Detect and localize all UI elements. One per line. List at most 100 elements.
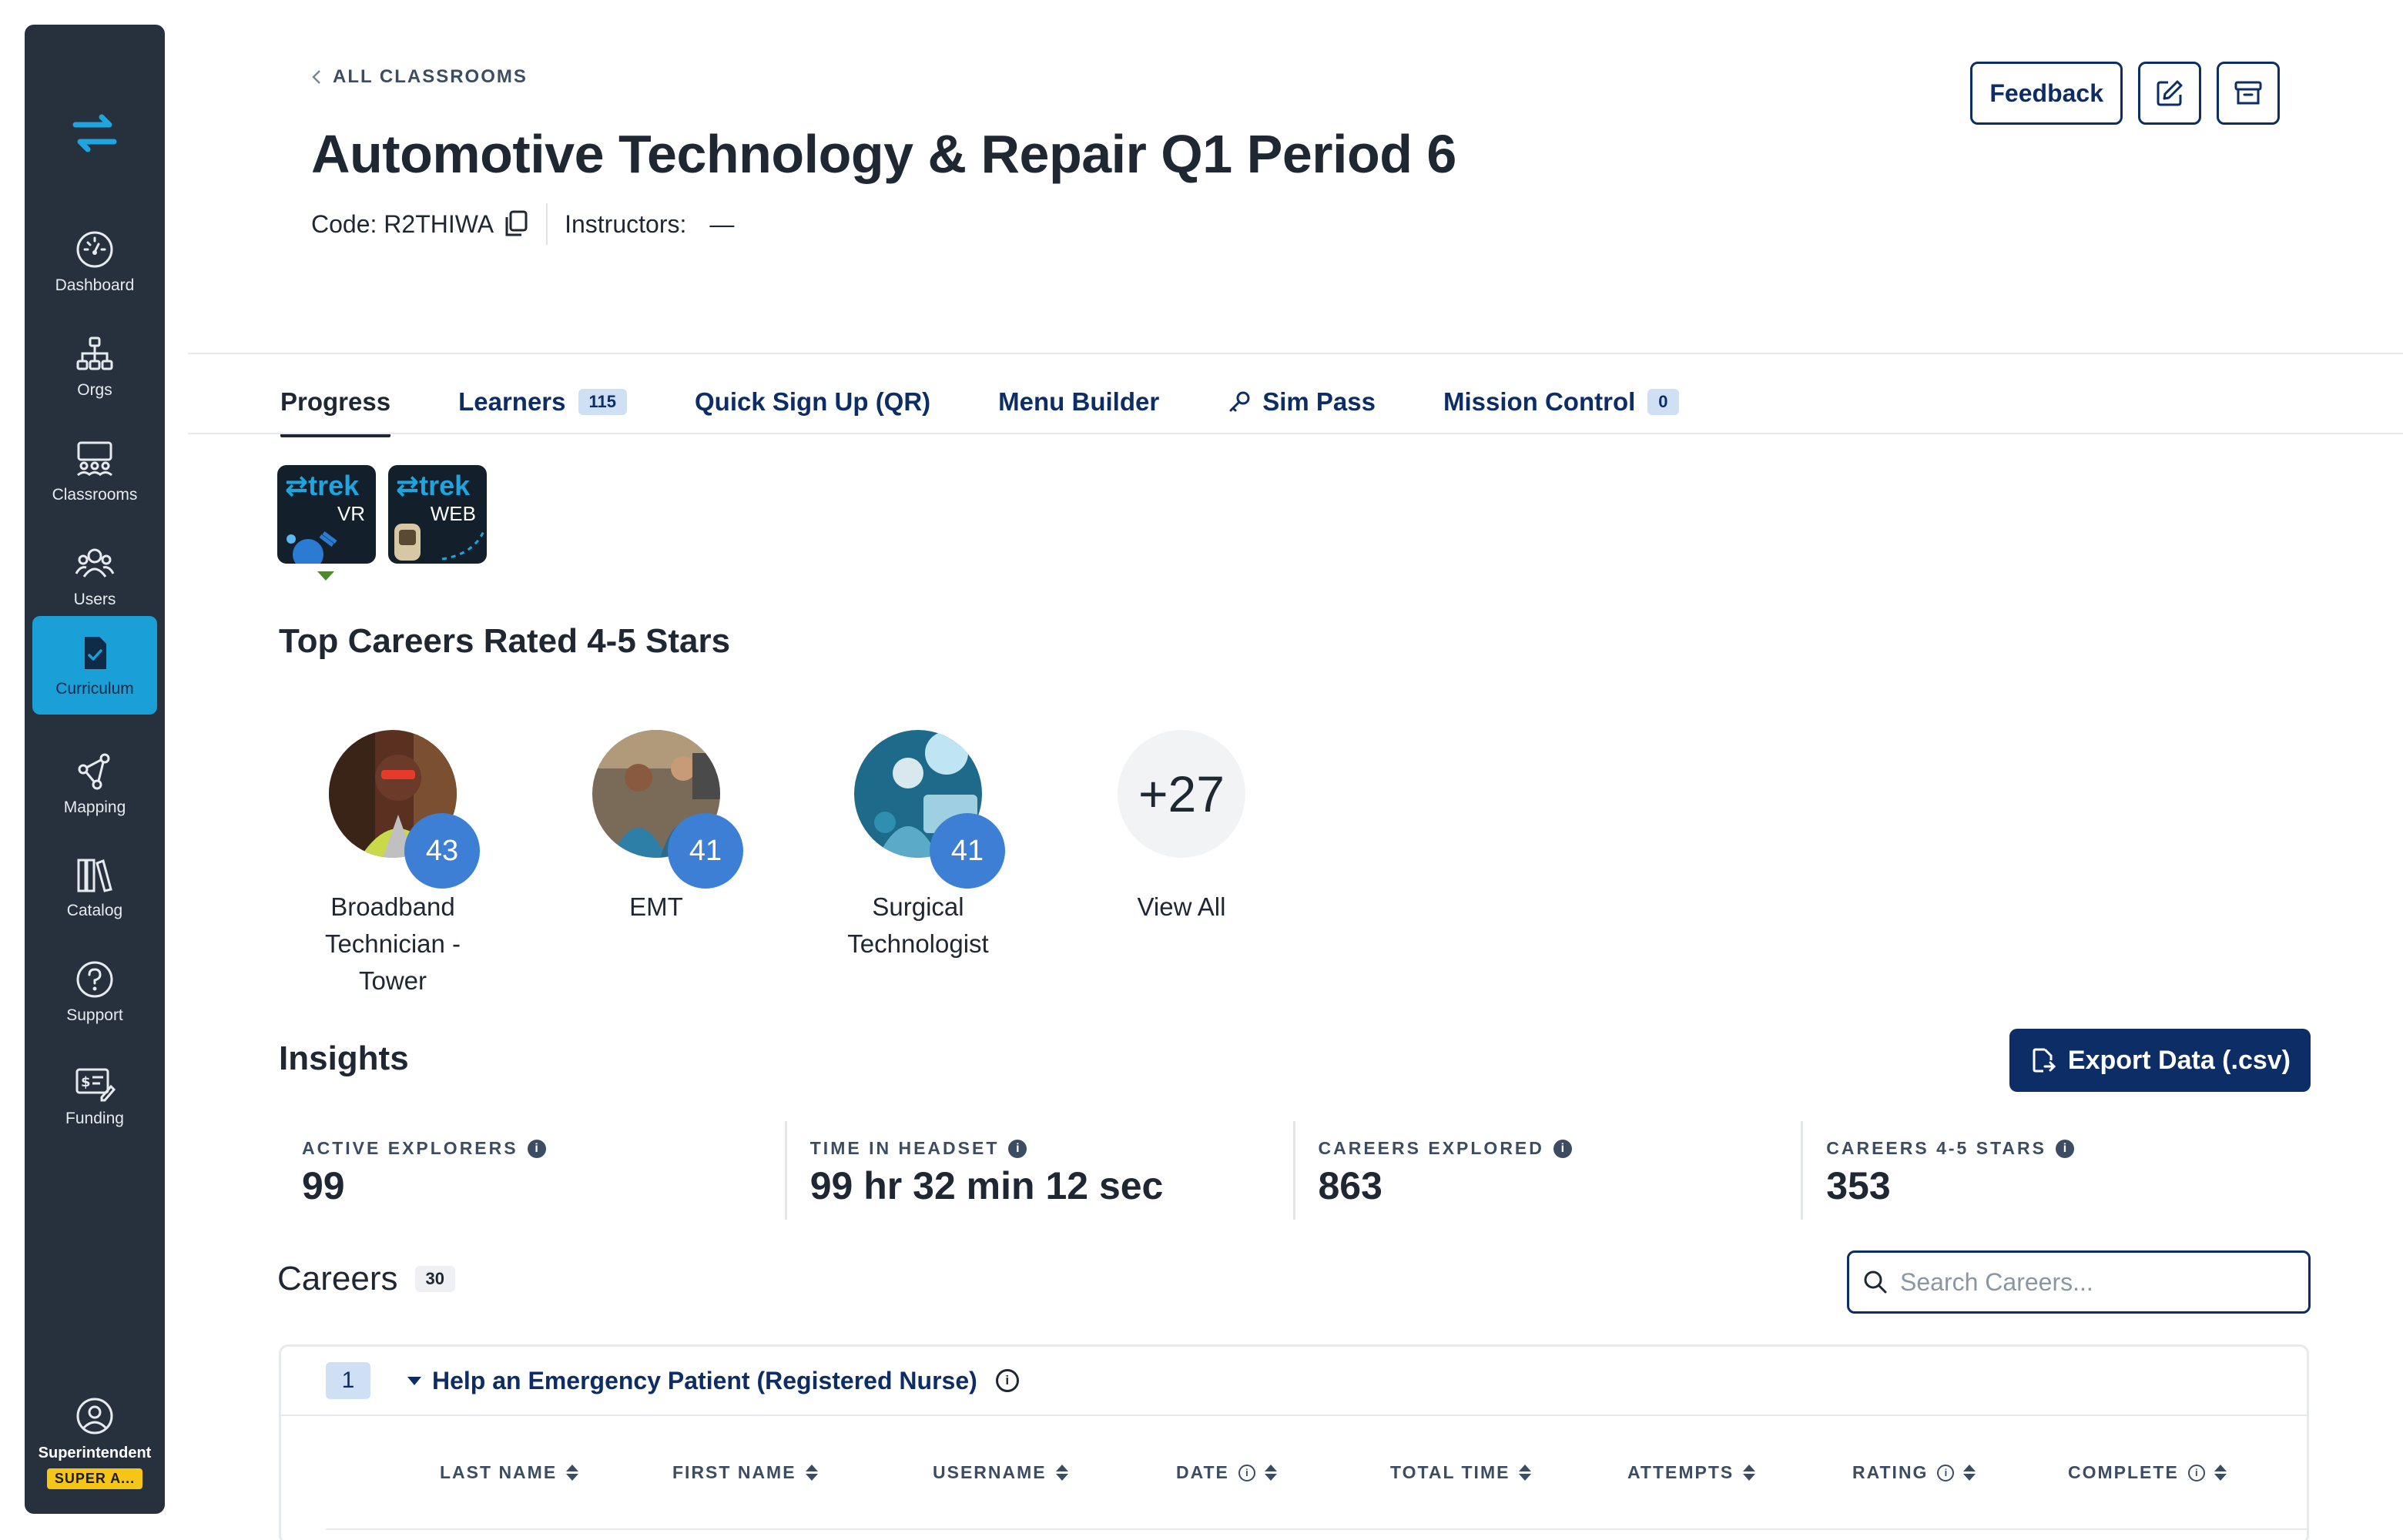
curriculum-document-icon — [85, 637, 106, 669]
column-first-name[interactable]: FIRST NAME — [672, 1462, 818, 1483]
funding-icon: $ — [75, 1068, 116, 1102]
copy-code-button[interactable] — [503, 209, 529, 239]
feedback-button[interactable]: Feedback — [1970, 62, 2123, 125]
platform-brand: ⇄trek — [396, 470, 471, 501]
tab-sim-pass[interactable]: Sim Pass — [1227, 370, 1376, 434]
sort-icon — [566, 1465, 579, 1481]
sort-icon — [1519, 1465, 1532, 1481]
column-total-time[interactable]: TOTAL TIME — [1390, 1462, 1532, 1483]
sidebar: Dashboard Orgs Classrooms Users Curricul… — [25, 25, 165, 1514]
sidebar-item-classrooms[interactable]: Classrooms — [32, 422, 157, 521]
header-actions: Feedback — [1970, 62, 2280, 125]
stat-value: 99 hr 32 min 12 sec — [809, 1164, 1164, 1207]
app-logo[interactable] — [25, 99, 165, 168]
info-icon[interactable]: i — [1238, 1464, 1255, 1481]
stat-careers-explored: CAREERS EXPLORED i 863 — [1292, 1121, 1801, 1220]
sidebar-item-curriculum[interactable]: Curriculum — [32, 616, 157, 715]
sidebar-item-orgs[interactable]: Orgs — [32, 317, 157, 416]
column-date[interactable]: DATE i — [1176, 1462, 1277, 1483]
search-careers-field[interactable] — [1847, 1250, 2311, 1314]
column-attempts[interactable]: ATTEMPTS — [1627, 1462, 1756, 1483]
role-badge: SUPER A... — [46, 1468, 143, 1489]
column-label: USERNAME — [933, 1462, 1047, 1482]
header-divider — [188, 353, 2403, 354]
sidebar-item-support[interactable]: Support — [32, 942, 157, 1041]
meta-divider — [546, 203, 548, 245]
career-accordion-header[interactable]: 1 Help an Emergency Patient (Registered … — [281, 1347, 2307, 1416]
tab-label: Progress — [280, 387, 391, 416]
tab-quick-sign-up[interactable]: Quick Sign Up (QR) — [695, 370, 930, 434]
back-link-label: ALL CLASSROOMS — [333, 66, 528, 87]
sidebar-item-dashboard[interactable]: Dashboard — [32, 213, 157, 311]
stat-time-in-headset: TIME IN HEADSET i 99 hr 32 min 12 sec — [784, 1121, 1293, 1220]
tab-label: Menu Builder — [998, 387, 1160, 416]
careers-count-badge: 30 — [414, 1266, 455, 1292]
stat-label: TIME IN HEADSET — [809, 1138, 1000, 1158]
platform-selector: ⇄trek VR ⇄trek WEB — [277, 465, 487, 564]
top-career-item[interactable]: 43 Broadband Technician - Tower — [293, 730, 493, 999]
sort-icon — [805, 1465, 818, 1481]
info-icon[interactable]: i — [2187, 1464, 2205, 1481]
table-header: LAST NAME FIRST NAME USERNAME DATE i TOTA… — [281, 1462, 2307, 1493]
info-icon[interactable]: i — [1008, 1139, 1027, 1158]
info-icon[interactable]: i — [1937, 1464, 1955, 1481]
column-label: COMPLETE — [2068, 1462, 2179, 1482]
profile-menu[interactable]: Superintendent SUPER A... — [25, 1395, 165, 1489]
tab-learners[interactable]: Learners 115 — [458, 370, 627, 434]
top-career-item[interactable]: 41 Surgical Technologist — [818, 730, 1018, 962]
tab-progress[interactable]: Progress — [280, 370, 391, 437]
info-icon[interactable]: i — [527, 1139, 546, 1158]
column-rating[interactable]: RATING i — [1852, 1462, 1976, 1483]
back-to-classrooms-link[interactable]: ALL CLASSROOMS — [311, 66, 528, 88]
stat-value: 863 — [1318, 1164, 1382, 1207]
stat-careers-4-5-stars: CAREERS 4-5 STARS i 353 — [1801, 1121, 2309, 1220]
career-row-title: Help an Emergency Patient (Registered Nu… — [432, 1366, 977, 1394]
mapping-nodes-icon — [78, 753, 110, 790]
sidebar-item-mapping[interactable]: Mapping — [32, 735, 157, 833]
mission-control-count-badge: 0 — [1647, 389, 1679, 415]
archive-classroom-button[interactable] — [2217, 62, 2280, 125]
caret-down-icon — [407, 1376, 421, 1385]
column-label: ATTEMPTS — [1627, 1462, 1734, 1482]
sidebar-item-label: Dashboard — [55, 276, 135, 294]
info-icon[interactable]: i — [995, 1369, 1019, 1392]
sort-icon — [1055, 1465, 1068, 1481]
career-name: Broadband Technician - Tower — [324, 892, 461, 995]
career-name: EMT — [629, 892, 683, 921]
top-career-item[interactable]: 41 EMT — [556, 730, 756, 926]
tab-label: Sim Pass — [1262, 387, 1376, 416]
chevron-left-icon — [312, 70, 320, 84]
column-complete[interactable]: COMPLETE i — [2068, 1462, 2227, 1483]
edit-classroom-button[interactable] — [2138, 62, 2201, 125]
sidebar-item-label: Support — [66, 1006, 123, 1024]
table-header-divider — [326, 1528, 2307, 1530]
stat-active-explorers: ACTIVE EXPLORERS i 99 — [279, 1121, 785, 1220]
careers-title: Careers — [277, 1260, 398, 1297]
career-name: Surgical Technologist — [847, 892, 989, 958]
export-data-button[interactable]: Export Data (.csv) — [2009, 1029, 2311, 1092]
search-careers-input[interactable] — [1900, 1267, 2285, 1297]
sidebar-item-users[interactable]: Users — [32, 527, 157, 625]
sidebar-item-funding[interactable]: $ Funding — [32, 1046, 157, 1144]
sidebar-item-catalog[interactable]: Catalog — [32, 838, 157, 936]
page-title: Automotive Technology & Repair Q1 Period… — [311, 124, 1456, 184]
platform-vr-chip[interactable]: ⇄trek VR — [277, 465, 376, 564]
profile-role-label: Superintendent — [38, 1445, 152, 1461]
view-all-careers-button[interactable]: +27 View All — [1081, 730, 1282, 926]
column-last-name[interactable]: LAST NAME — [440, 1462, 579, 1483]
tab-mission-control[interactable]: Mission Control 0 — [1443, 370, 1679, 434]
column-label: RATING — [1852, 1462, 1929, 1482]
platform-web-chip[interactable]: ⇄trek WEB — [388, 465, 487, 564]
sidebar-item-label: Users — [73, 591, 116, 608]
column-username[interactable]: USERNAME — [933, 1462, 1068, 1483]
instructors-value: — — [709, 209, 735, 238]
tab-menu-builder[interactable]: Menu Builder — [998, 370, 1159, 434]
more-careers-count: +27 — [1118, 730, 1245, 858]
swap-arrows-logo-icon — [72, 114, 117, 152]
info-icon[interactable]: i — [2055, 1139, 2074, 1158]
classroom-tabs: Progress Learners 115 Quick Sign Up (QR)… — [280, 370, 1747, 437]
tab-label: Mission Control — [1443, 387, 1636, 416]
info-icon[interactable]: i — [1553, 1139, 1572, 1158]
stat-value: 99 — [302, 1164, 345, 1207]
view-all-label: View All — [1137, 892, 1226, 921]
